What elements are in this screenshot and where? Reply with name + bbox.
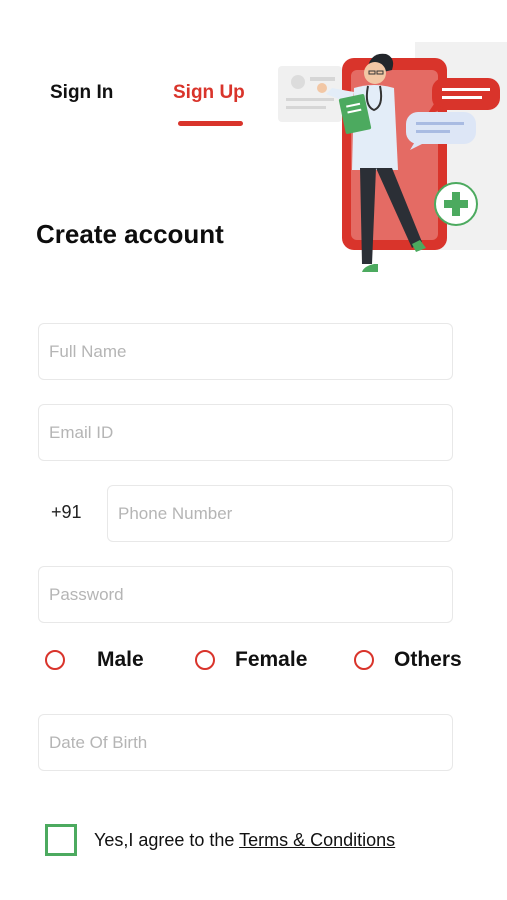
- password-field-box: [38, 566, 453, 623]
- radio-button[interactable]: [354, 650, 374, 670]
- terms-agreement: Yes,I agree to the Terms & Conditions: [45, 824, 395, 856]
- gender-option-others[interactable]: Others: [354, 648, 462, 672]
- active-tab-indicator: [178, 121, 243, 126]
- terms-prefix: Yes,I agree to the: [94, 829, 240, 850]
- terms-link[interactable]: Terms & Conditions: [239, 830, 395, 850]
- gender-label-others: Others: [394, 648, 462, 671]
- dob-field-box: [38, 714, 453, 771]
- tab-sign-in[interactable]: Sign In: [50, 82, 113, 104]
- gender-option-male[interactable]: Male: [45, 648, 144, 672]
- gender-label-male: Male: [97, 648, 144, 671]
- phone-field-box: [107, 485, 453, 542]
- tab-sign-up[interactable]: Sign Up: [173, 82, 245, 104]
- email-field-box: [38, 404, 453, 461]
- terms-text: Yes,I agree to the Terms & Conditions: [94, 830, 395, 851]
- gender-option-female[interactable]: Female: [195, 648, 307, 672]
- radio-button[interactable]: [195, 650, 215, 670]
- country-code[interactable]: +91: [51, 502, 82, 523]
- email-input[interactable]: [39, 405, 452, 460]
- phone-number-input[interactable]: [108, 486, 452, 541]
- full-name-field-box: [38, 323, 453, 380]
- page-title: Create account: [36, 219, 224, 249]
- password-input[interactable]: [39, 567, 452, 622]
- terms-checkbox[interactable]: [45, 824, 77, 856]
- radio-button[interactable]: [45, 650, 65, 670]
- full-name-input[interactable]: [39, 324, 452, 379]
- gender-label-female: Female: [235, 648, 308, 671]
- doctor-with-phone-illustration: [278, 42, 507, 272]
- date-of-birth-input[interactable]: [39, 715, 452, 770]
